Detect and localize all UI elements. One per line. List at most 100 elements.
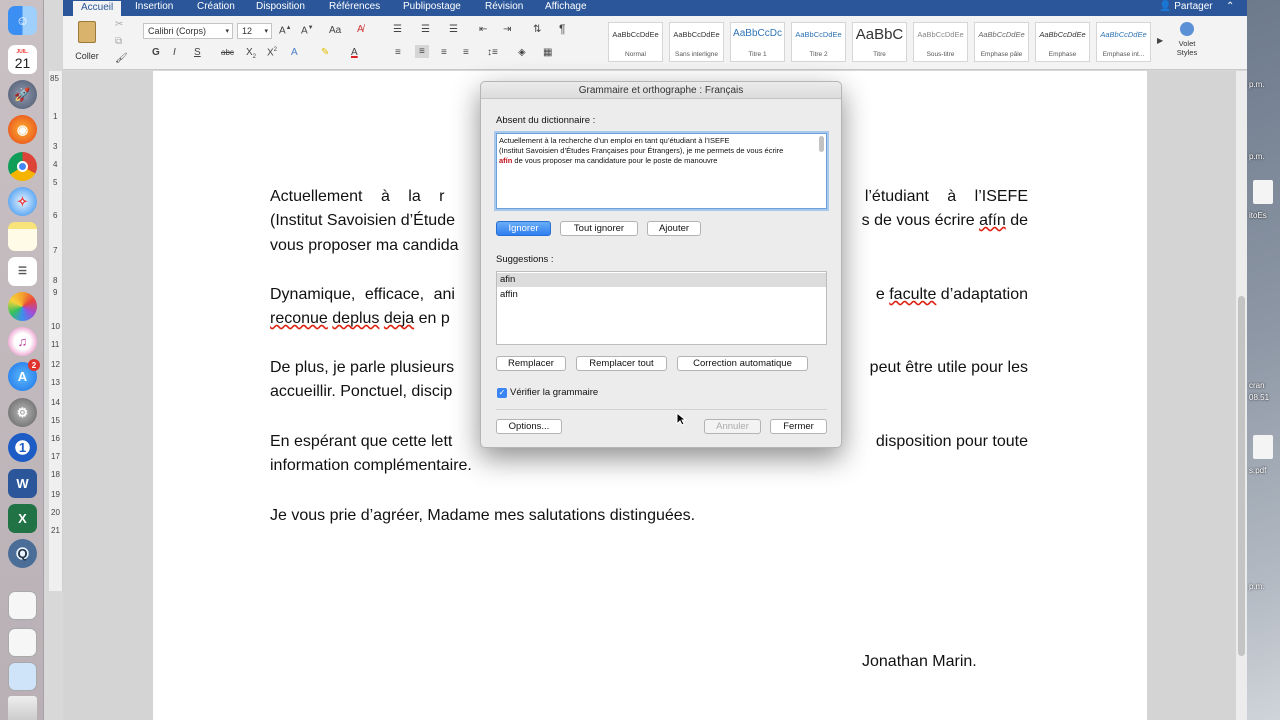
tab-insertion[interactable]: Insertion [135,1,173,12]
ignore-all-button[interactable]: Tout ignorer [560,221,638,236]
calendar-icon[interactable]: JUIL. 21 [8,45,37,74]
style-emphasis[interactable]: AaBbCcDdEe Emphase [1035,22,1090,62]
collapse-ribbon-icon[interactable]: ⌃ [1226,1,1234,12]
share-button[interactable]: 👤 Partager [1159,1,1213,12]
1password-icon[interactable]: 1 [8,433,37,462]
downloads-stack-icon[interactable] [8,591,37,620]
style-intense-emphasis[interactable]: AaBbCcDdEe Emphase int... [1096,22,1151,62]
options-button[interactable]: Options... [496,419,562,434]
spelling-error[interactable]: faculte [889,286,936,303]
copy-icon[interactable]: ⧉ [115,36,122,47]
desktop-file-icon[interactable] [1253,180,1273,204]
notes-icon[interactable] [8,222,37,251]
spelling-error[interactable]: deplus [332,310,379,327]
document-scrollbar[interactable] [1236,71,1247,720]
paste-button[interactable]: Coller [73,21,101,61]
documents-stack-icon[interactable] [8,628,37,657]
font-size-select[interactable]: 12 ▾ [237,23,272,39]
chrome-icon[interactable] [8,152,37,181]
tab-creation[interactable]: Création [197,1,235,12]
spelling-error[interactable]: deja [384,310,414,327]
desktop-file-icon[interactable] [1253,435,1273,459]
add-button[interactable]: Ajouter [647,221,701,236]
suggestion-item[interactable]: affin [497,288,826,302]
replace-button[interactable]: Remplacer [496,356,566,371]
suggestion-item[interactable]: afin [497,273,826,287]
check-grammar-checkbox[interactable]: ✓ [497,388,507,398]
style-title[interactable]: AaBbC Titre [852,22,907,62]
replace-all-button[interactable]: Remplacer tout [576,356,667,371]
format-painter-icon[interactable]: 🖌 [115,53,128,64]
cancel-button[interactable]: Annuler [704,419,761,434]
line-spacing-icon[interactable]: ↕≡ [487,47,498,58]
quicktime-icon[interactable]: Q [8,539,37,568]
decrease-indent-icon[interactable]: ⇤ [479,24,487,35]
spelling-error[interactable]: afín [979,212,1006,229]
align-center-icon[interactable]: ≡ [415,45,429,58]
show-marks-icon[interactable]: ¶ [559,22,565,36]
align-left-icon[interactable]: ≡ [395,47,401,58]
dict-scrollbar[interactable] [819,136,824,152]
change-case-icon[interactable]: Aa [329,25,341,36]
bullets-icon[interactable]: ☰ [393,24,402,35]
font-name-select[interactable]: Calibri (Corps) ▾ [143,23,233,39]
word-icon[interactable]: W [8,469,37,498]
style-subtle-emphasis[interactable]: AaBbCcDdEe Emphase pâle [974,22,1029,62]
borders-icon[interactable]: ▦ [543,47,552,58]
styles-gallery-more-icon[interactable]: ▶ [1157,36,1163,45]
style-normal[interactable]: AaBbCcDdEe Normal [608,22,663,62]
sort-icon[interactable]: ⇅ [533,24,541,35]
tab-accueil[interactable]: Accueil [73,1,122,16]
tab-references[interactable]: Références [329,1,380,12]
not-in-dictionary-text[interactable]: Actuellement à la recherche d’un emploi … [496,133,827,209]
safari-icon[interactable]: ✧ [8,187,37,216]
highlight-icon[interactable]: ✎ [321,47,329,58]
align-right-icon[interactable]: ≡ [441,47,447,58]
styles-pane-button[interactable]: Volet Styles [1173,22,1201,57]
bold-icon[interactable]: G [152,47,160,58]
shrink-font-icon[interactable]: A▼ [301,25,314,36]
clear-formatting-icon[interactable]: A̸ [357,24,364,35]
text-effects-icon[interactable]: A [291,47,298,58]
cut-icon[interactable]: ✂ [115,19,123,30]
tab-revision[interactable]: Révision [485,1,523,12]
italic-icon[interactable]: I [173,47,176,58]
check-grammar-label[interactable]: Vérifier la grammaire [510,387,598,398]
folder-stack-icon[interactable] [8,662,37,691]
document-text: information complémentaire. [270,457,472,474]
close-button[interactable]: Fermer [770,419,827,434]
numbering-icon[interactable]: ☰ [421,24,430,35]
spelling-error[interactable]: reconue [270,310,328,327]
tab-affichage[interactable]: Affichage [545,1,587,12]
justify-icon[interactable]: ≡ [463,47,469,58]
tab-disposition[interactable]: Disposition [256,1,305,12]
trash-icon[interactable] [8,696,37,720]
strikethrough-icon[interactable]: abc [221,48,234,57]
superscript-icon[interactable]: X2 [267,47,277,58]
scrollbar-thumb[interactable] [1238,296,1245,656]
photos-icon[interactable] [8,292,37,321]
excel-icon[interactable]: X [8,504,37,533]
increase-indent-icon[interactable]: ⇥ [503,24,511,35]
tab-publipostage[interactable]: Publipostage [403,1,461,12]
shading-icon[interactable]: ◈ [518,47,526,58]
suggestions-list[interactable]: afin affin [496,271,827,345]
multilevel-list-icon[interactable]: ☰ [449,24,458,35]
style-subtitle[interactable]: AaBbCcDdEe Sous-titre [913,22,968,62]
subscript-icon[interactable]: X2 [246,47,256,60]
reminders-icon[interactable]: ☰ [8,257,37,286]
grow-font-icon[interactable]: A▲ [279,25,292,36]
font-color-icon[interactable]: A [351,47,358,58]
underline-icon[interactable]: S [194,47,201,58]
ignore-button[interactable]: Ignorer [496,221,551,236]
style-heading-2[interactable]: AaBbCcDdEe Titre 2 [791,22,846,62]
launchpad-icon[interactable]: 🚀 [8,80,37,109]
finder-icon[interactable]: ☺ [8,6,37,35]
itunes-icon[interactable]: ♫ [8,327,37,356]
autocorrect-button[interactable]: Correction automatique [677,356,808,371]
firefox-icon[interactable]: ◉ [8,115,37,144]
system-preferences-icon[interactable]: ⚙ [8,398,37,427]
style-heading-1[interactable]: AaBbCcDc Titre 1 [730,22,785,62]
appstore-icon[interactable]: A2 [8,359,40,391]
style-no-spacing[interactable]: AaBbCcDdEe Sans interligne [669,22,724,62]
